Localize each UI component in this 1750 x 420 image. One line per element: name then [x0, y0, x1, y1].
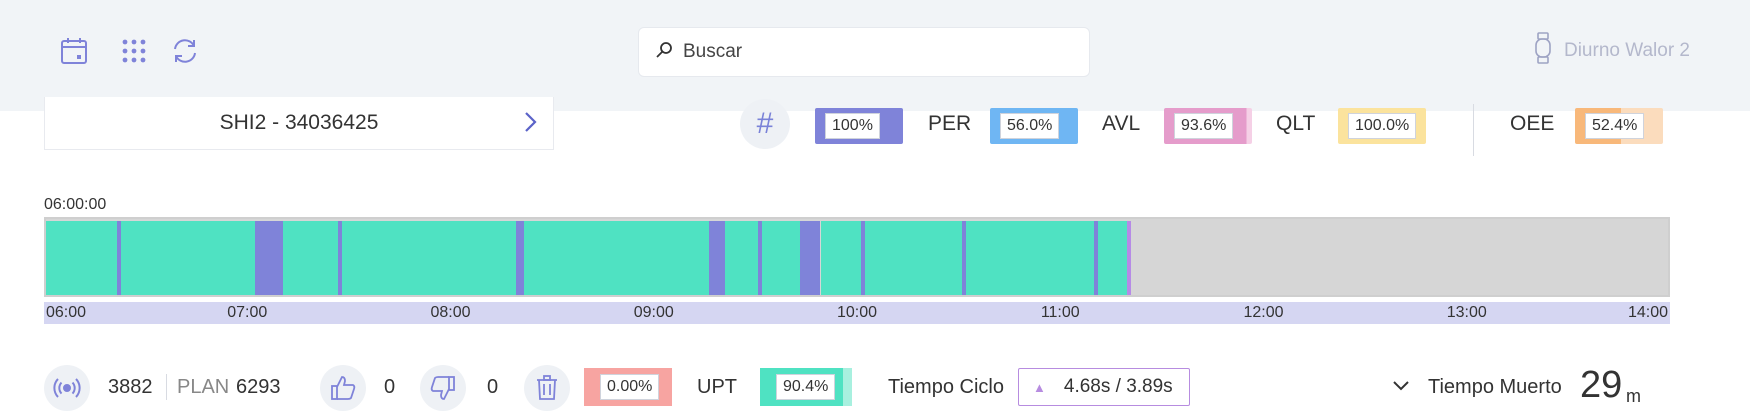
watch-icon [1534, 32, 1552, 70]
axis-tick-label: 13:00 [1446, 304, 1487, 321]
timeline-segment-run[interactable] [725, 221, 758, 295]
timeline-segment-run[interactable] [966, 221, 1095, 295]
calendar-icon[interactable] [57, 34, 91, 68]
grid-icon[interactable] [117, 34, 151, 68]
search-input[interactable] [683, 41, 1083, 63]
cycle-time-label: Tiempo Ciclo [888, 376, 1004, 398]
kpi-main-bar: 100% [815, 108, 903, 144]
cycle-time-box[interactable]: ▲ 4.68s / 3.89s [1018, 368, 1190, 406]
kpi-avl-bar: 93.6% [1164, 108, 1252, 144]
kpi-per-bar: 56.0% [990, 108, 1078, 144]
plan-value: 6293 [236, 376, 281, 398]
kpi-oee-value: 52.4% [1585, 113, 1645, 139]
scrap-rate-box: 0.00% [584, 368, 672, 406]
order-label: SHI2 - 34036425 [219, 111, 379, 134]
timeline-segment-stop[interactable] [254, 221, 284, 295]
count-divider [166, 374, 167, 400]
axis-tick-label: 12:00 [1243, 304, 1284, 321]
kpi-divider [1473, 104, 1474, 156]
cycle-time-value: 4.68s / 3.89s [1063, 376, 1173, 397]
kpi-oee-label: OEE [1510, 112, 1555, 135]
kpi-qlt-bar: 100.0% [1338, 108, 1426, 144]
signal-icon[interactable] [44, 365, 90, 411]
kpi-avl-label: AVL [1102, 112, 1141, 135]
timeline-segment-run[interactable] [761, 221, 801, 295]
kpi-oee-bar: 52.4% [1575, 108, 1663, 144]
user-name: Diurno Walor 2 [1563, 40, 1690, 61]
search-icon [655, 41, 683, 64]
axis-tick-label: 09:00 [633, 304, 674, 321]
thumbs-down-icon[interactable] [420, 365, 466, 411]
timeline-segment-end[interactable] [1126, 221, 1131, 295]
order-selector[interactable]: SHI2 - 34036425 [44, 97, 554, 150]
timeline-start-time: 06:00:00 [44, 196, 107, 213]
search-box[interactable] [638, 27, 1090, 77]
timeline-segment-run[interactable] [342, 221, 517, 295]
production-timeline[interactable] [44, 217, 1670, 297]
dead-time-value: 29 [1580, 364, 1623, 406]
timeline-segment-stop[interactable] [708, 221, 726, 295]
kpi-qlt-label: QLT [1276, 112, 1316, 135]
upt-value: 90.4% [776, 374, 836, 400]
axis-tick-label: 06:00 [45, 304, 87, 321]
chevron-right-icon[interactable] [519, 109, 541, 135]
dead-time-unit: m [1626, 386, 1641, 406]
kpi-qlt-value: 100.0% [1348, 113, 1417, 139]
upt-bar: 90.4% [760, 368, 852, 406]
axis-tick-label: 07:00 [227, 304, 268, 321]
thumbs-up-icon[interactable] [320, 365, 366, 411]
axis-tick-label: 11:00 [1040, 304, 1080, 321]
timeline-segment-stop[interactable] [800, 221, 821, 295]
axis-tick-label: 08:00 [430, 304, 471, 321]
triangle-up-icon: ▲ [1033, 379, 1046, 395]
hash-icon[interactable]: # [740, 99, 790, 149]
kpi-main-value: 100% [825, 113, 880, 139]
scrap-rate-value: 0.00% [600, 374, 660, 400]
top-bar: Diurno Walor 2 [0, 0, 1750, 111]
upt-label: UPT [697, 376, 737, 398]
axis-tick-label: 14:00 [1627, 304, 1669, 321]
user-menu[interactable]: Diurno Walor 2 [1534, 32, 1690, 70]
timeline-segment-run[interactable] [1098, 221, 1127, 295]
kpi-per-value: 56.0% [1000, 113, 1060, 139]
dead-time-label: Tiempo Muerto [1428, 376, 1562, 398]
timeline-segment-run[interactable] [121, 221, 255, 295]
plan-label: PLAN [177, 376, 230, 398]
timeline-segment-run[interactable] [865, 221, 963, 295]
chevron-down-icon[interactable] [1392, 379, 1410, 393]
dislikes-count: 0 [487, 376, 499, 398]
trash-icon[interactable] [524, 365, 570, 411]
timeline-segment-stop[interactable] [516, 221, 525, 295]
timeline-segment-run[interactable] [283, 221, 338, 295]
axis-tick-label: 10:00 [836, 304, 878, 321]
likes-count: 0 [384, 376, 396, 398]
kpi-avl-value: 93.6% [1174, 113, 1234, 139]
timeline-segment-run[interactable] [524, 221, 709, 295]
produced-count: 3882 [108, 376, 153, 398]
timeline-segment-run[interactable] [820, 221, 862, 295]
timeline-segment-run[interactable] [46, 221, 117, 295]
kpi-per-label: PER [928, 112, 972, 135]
refresh-icon[interactable] [168, 34, 202, 68]
